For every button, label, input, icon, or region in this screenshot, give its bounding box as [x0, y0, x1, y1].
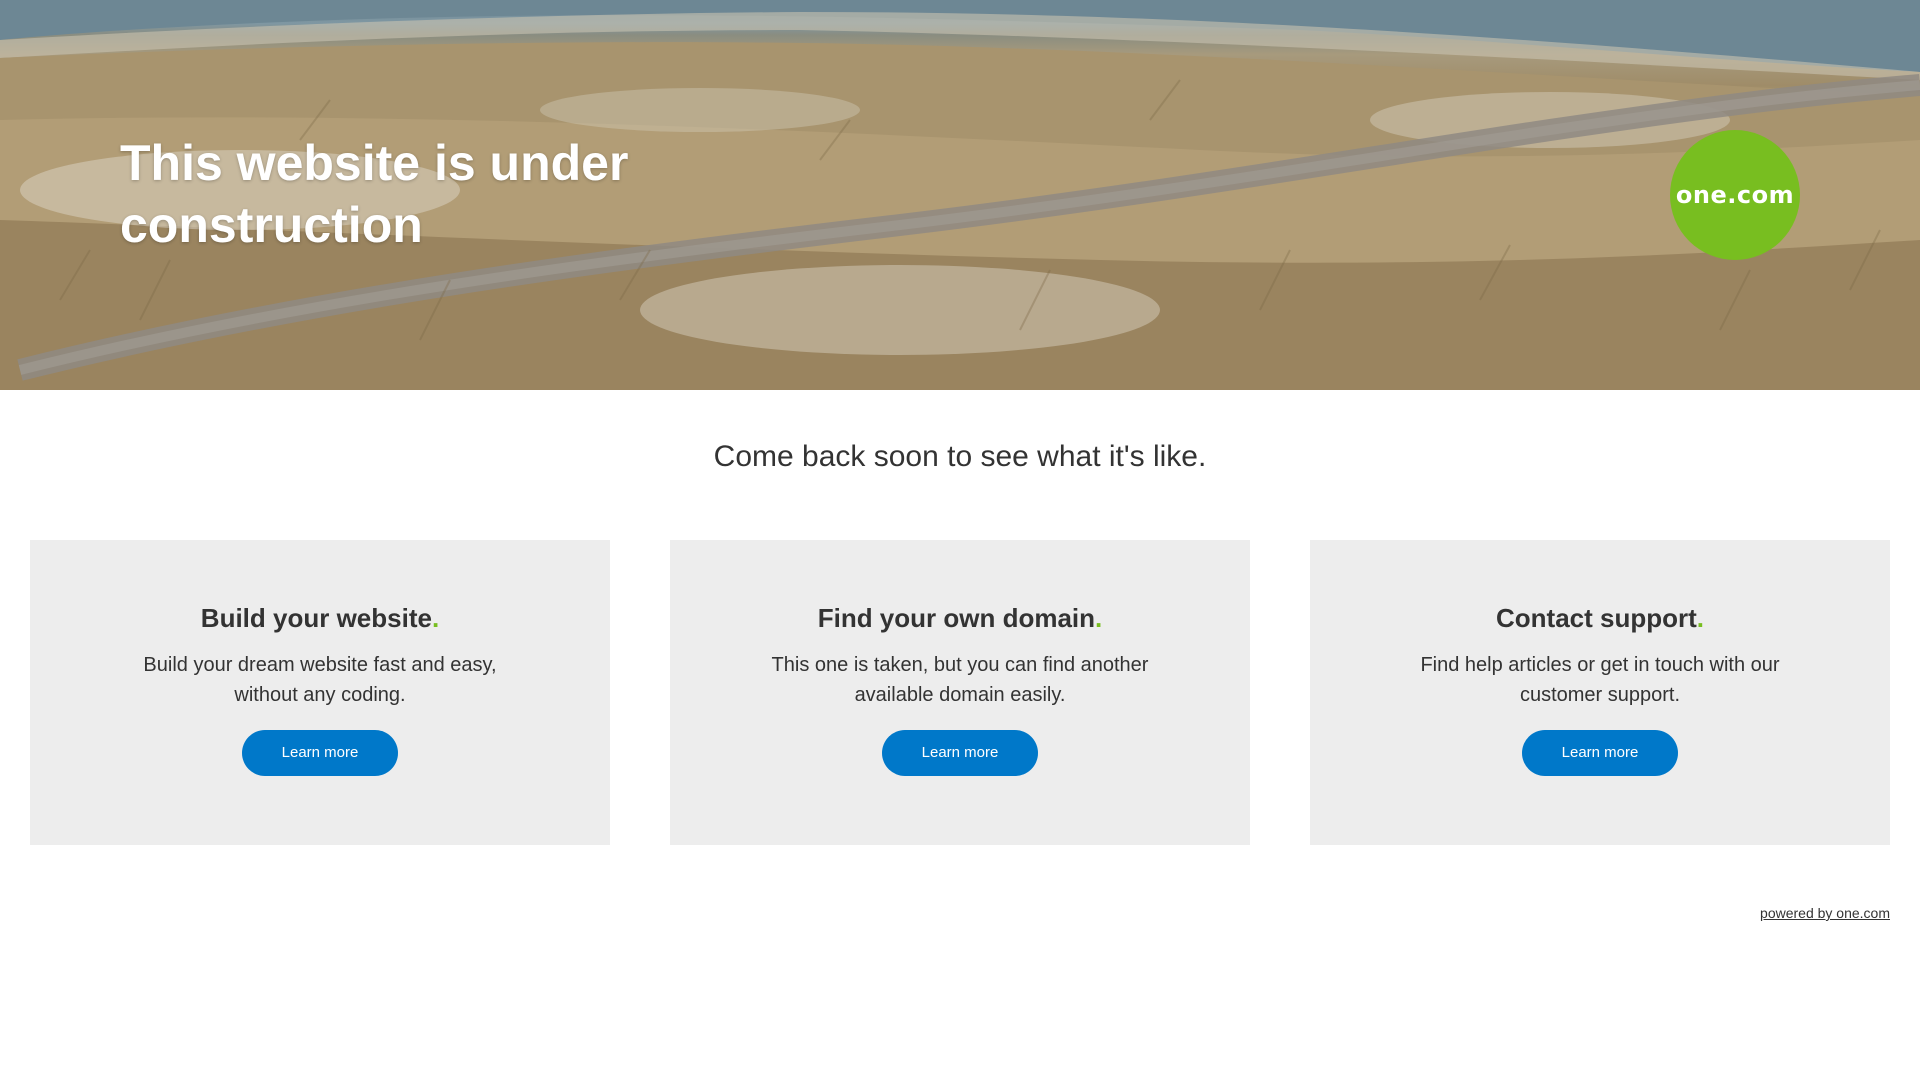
- page-title: This website is under construction: [120, 135, 629, 253]
- card-heading-dot: .: [431, 603, 440, 633]
- card-find-domain: Find your own domain. This one is taken,…: [670, 540, 1250, 845]
- card-description: Build your dream website fast and easy, …: [143, 654, 497, 706]
- card-heading: Contact support.: [1310, 602, 1890, 634]
- learn-more-button-contact-support[interactable]: Learn more: [1522, 730, 1678, 776]
- card-description: Find help articles or get in touch with …: [1420, 654, 1780, 706]
- card-heading-text: Contact support: [1496, 603, 1697, 633]
- logo-text: one.com: [1675, 181, 1795, 209]
- learn-more-button-find-domain[interactable]: Learn more: [882, 730, 1038, 776]
- card-heading-text: Find your own domain: [817, 603, 1096, 633]
- powered-by-link[interactable]: powered by one.com: [1760, 905, 1890, 921]
- one-com-logo[interactable]: one.com: [1670, 130, 1800, 260]
- card-heading-text: Build your website: [200, 603, 432, 633]
- card-heading-dot: .: [1696, 603, 1704, 633]
- card-description: This one is taken, but you can find anot…: [771, 654, 1149, 706]
- learn-more-button-build-website[interactable]: Learn more: [242, 730, 398, 776]
- card-contact-support: Contact support. Find help articles or g…: [1310, 540, 1890, 845]
- card-build-website: Build your website. Build your dream web…: [30, 540, 610, 845]
- tagline: Come back soon to see what it's like.: [713, 440, 1207, 473]
- card-heading: Find your own domain.: [670, 602, 1250, 634]
- card-heading: Build your website.: [30, 602, 610, 634]
- hero-banner: This website is under construction one.c…: [0, 0, 1920, 390]
- card-heading-dot: .: [1095, 603, 1103, 633]
- feature-cards: Build your website. Build your dream web…: [30, 540, 1890, 845]
